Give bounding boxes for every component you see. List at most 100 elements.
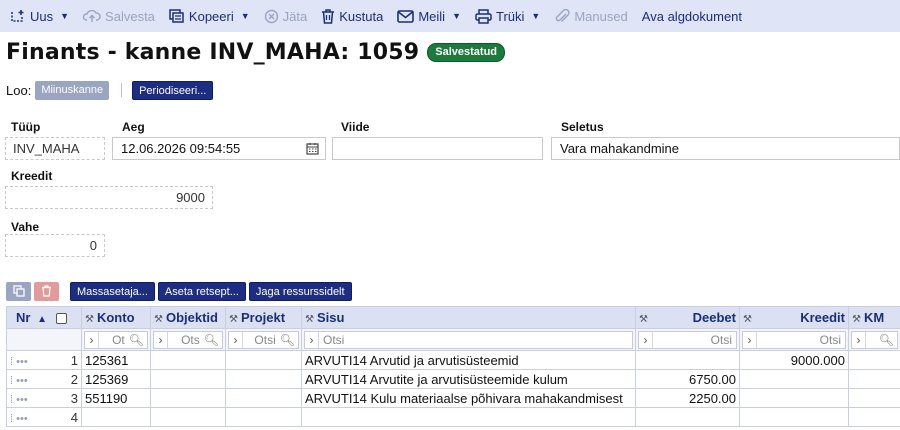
column-header-projekt[interactable]: ⚒ Projekt [225,306,302,329]
new-button[interactable]: Uus ▼ [10,0,69,32]
column-header-konto[interactable]: ⚒ Konto [81,306,151,329]
drag-handle-icon[interactable]: ⁞ ••• [10,356,28,368]
wrench-icon: ⚒ [852,314,861,325]
column-header-km[interactable]: ⚒ KM [848,306,900,329]
konto-cell[interactable]: 125361 [81,350,151,370]
open-source-document-button[interactable]: Ava algdokument [642,0,742,32]
konto-cell[interactable]: 125369 [81,369,151,389]
chevron-right-icon[interactable]: › [154,331,168,348]
row-number-cell[interactable]: ⁞ ••• 3 [6,388,82,408]
chevron-right-icon[interactable]: › [852,331,866,348]
km-cell[interactable] [848,350,900,370]
sisu-filter-input[interactable]: › Otsi [304,330,633,349]
mail-button[interactable]: Meili ▼ [397,0,461,32]
objekt-cell[interactable] [150,350,226,370]
insert-recipe-button[interactable]: Aseta retsept... [157,281,246,301]
row-number-cell[interactable]: ⁞ ••• 2 [6,369,82,389]
objekt-filter-input[interactable]: › Ots 🔍︎ [153,330,223,349]
objekt-cell[interactable] [150,369,226,389]
projekt-cell[interactable] [225,407,302,427]
kreedit-cell[interactable] [739,369,849,389]
table-row[interactable]: ⁞ ••• 2 125369 ARVUTI14 Arvutite ja arvut… [6,369,900,389]
chevron-right-icon[interactable]: › [305,331,319,348]
periodize-button[interactable]: Periodiseeri... [132,80,214,100]
deebet-cell[interactable] [635,350,740,370]
chevron-right-icon[interactable]: › [229,331,243,348]
konto-cell[interactable] [81,407,151,427]
column-header-objekt[interactable]: ⚒ Objektid [150,306,226,329]
deebet-cell[interactable]: 6750.00 [635,369,740,389]
kreedit-filter-input[interactable]: › Otsi [742,330,846,349]
km-filter-input[interactable]: › 🔍︎ [851,330,898,349]
table-row[interactable]: ⁞ ••• 1 125361 ARVUTI14 Arvutid ja arvuti… [6,350,900,370]
search-icon[interactable]: 🔍︎ [204,333,222,347]
kreedit-cell[interactable] [739,388,849,408]
deebet-cell[interactable] [635,407,740,427]
filter-cell-deebet: › Otsi [635,328,740,351]
explanation-input[interactable]: Vara mahakandmine [551,137,900,160]
konto-filter-input[interactable]: › Ot 🔍︎ [84,330,148,349]
km-cell[interactable] [848,369,900,389]
column-header-deebet[interactable]: ⚒ Deebet [635,306,740,329]
search-icon[interactable]: 🔍︎ [879,333,897,347]
search-icon[interactable]: 🔍︎ [129,333,147,347]
konto-cell[interactable]: 551190 [81,388,151,408]
projekt-filter-input[interactable]: › Otsi 🔍︎ [228,330,299,349]
deebet-filter-input[interactable]: › Otsi [638,330,737,349]
sisu-cell[interactable]: ARVUTI14 Arvutite ja arvutisüsteemide ku… [301,369,636,389]
copy-row-button[interactable] [6,281,31,301]
search-icon[interactable]: 🔍︎ [280,333,298,347]
chevron-right-icon[interactable]: › [639,331,653,348]
copy-button-label: Kopeeri [188,8,234,24]
sisu-cell[interactable]: ARVUTI14 Kulu materiaalse põhivara mahak… [301,388,636,408]
sisu-cell[interactable]: ARVUTI14 Arvutid ja arvutisüsteemid [301,350,636,370]
select-all-checkbox[interactable] [55,313,67,325]
reference-input[interactable] [332,137,543,160]
table-row[interactable]: ⁞ ••• 3 551190 ARVUTI14 Kulu materiaalse … [6,388,900,408]
drag-handle-icon[interactable]: ⁞ ••• [10,394,28,406]
objekt-cell[interactable] [150,407,226,427]
row-number-cell[interactable]: ⁞ ••• 1 [6,350,82,370]
cancel-button-label: Jäta [282,8,308,24]
drag-handle-icon[interactable]: ⁞ ••• [10,375,28,387]
copy-button[interactable]: Kopeeri ▼ [169,0,250,32]
projekt-cell[interactable] [225,388,302,408]
kreedit-cell[interactable] [739,407,849,427]
copy-icon [169,9,184,23]
deebet-cell[interactable]: 2250.00 [635,388,740,408]
chevron-right-icon[interactable]: › [743,331,757,348]
kreedit-cell[interactable]: 9000.000 [739,350,849,370]
column-header-kreedit[interactable]: ⚒ Kreedit [739,306,849,329]
sort-ascending-icon[interactable]: ▲ [37,314,47,325]
mass-set-button[interactable]: Massasetaja... [70,281,155,301]
km-cell[interactable] [848,407,900,427]
km-cell[interactable] [848,388,900,408]
print-button[interactable]: Trüki ▼ [475,0,540,32]
column-header-nr[interactable]: Nr ▲ [6,306,82,329]
cancel-button[interactable]: Jäta [264,0,308,32]
sisu-cell[interactable] [301,407,636,427]
drag-handle-icon[interactable]: ⁞ ••• [10,413,28,425]
split-resources-button[interactable]: Jaga ressurssidelt [248,281,352,301]
chevron-right-icon[interactable]: › [85,331,99,348]
calendar-icon[interactable] [306,142,319,155]
upload-cloud-icon [83,9,101,22]
projekt-cell[interactable] [225,369,302,389]
minus-entry-button[interactable]: Miinuskanne [35,80,110,100]
time-field[interactable]: 12.06.2026 09:54:55 [112,137,326,160]
save-button-label: Salvesta [105,8,155,24]
table-row[interactable]: ⁞ ••• 4 [6,407,900,427]
delete-row-button[interactable] [34,281,59,301]
row-number: 2 [70,371,78,387]
chevron-down-icon: ▼ [240,11,250,21]
column-header-sisu[interactable]: ⚒ Sisu [301,306,636,329]
delete-button[interactable]: Kustuta [321,0,383,32]
nr-header-label: Nr [16,310,31,325]
row-number-cell[interactable]: ⁞ ••• 4 [6,407,82,427]
objekt-cell[interactable] [150,388,226,408]
konto-filter-placeholder: Ot [112,332,125,347]
title-row: Finants - kanne INV_MAHA: 1059 Salvestat… [6,38,506,66]
save-button[interactable]: Salvesta [83,0,155,32]
projekt-cell[interactable] [225,350,302,370]
attachments-button[interactable]: Manused [554,0,628,32]
